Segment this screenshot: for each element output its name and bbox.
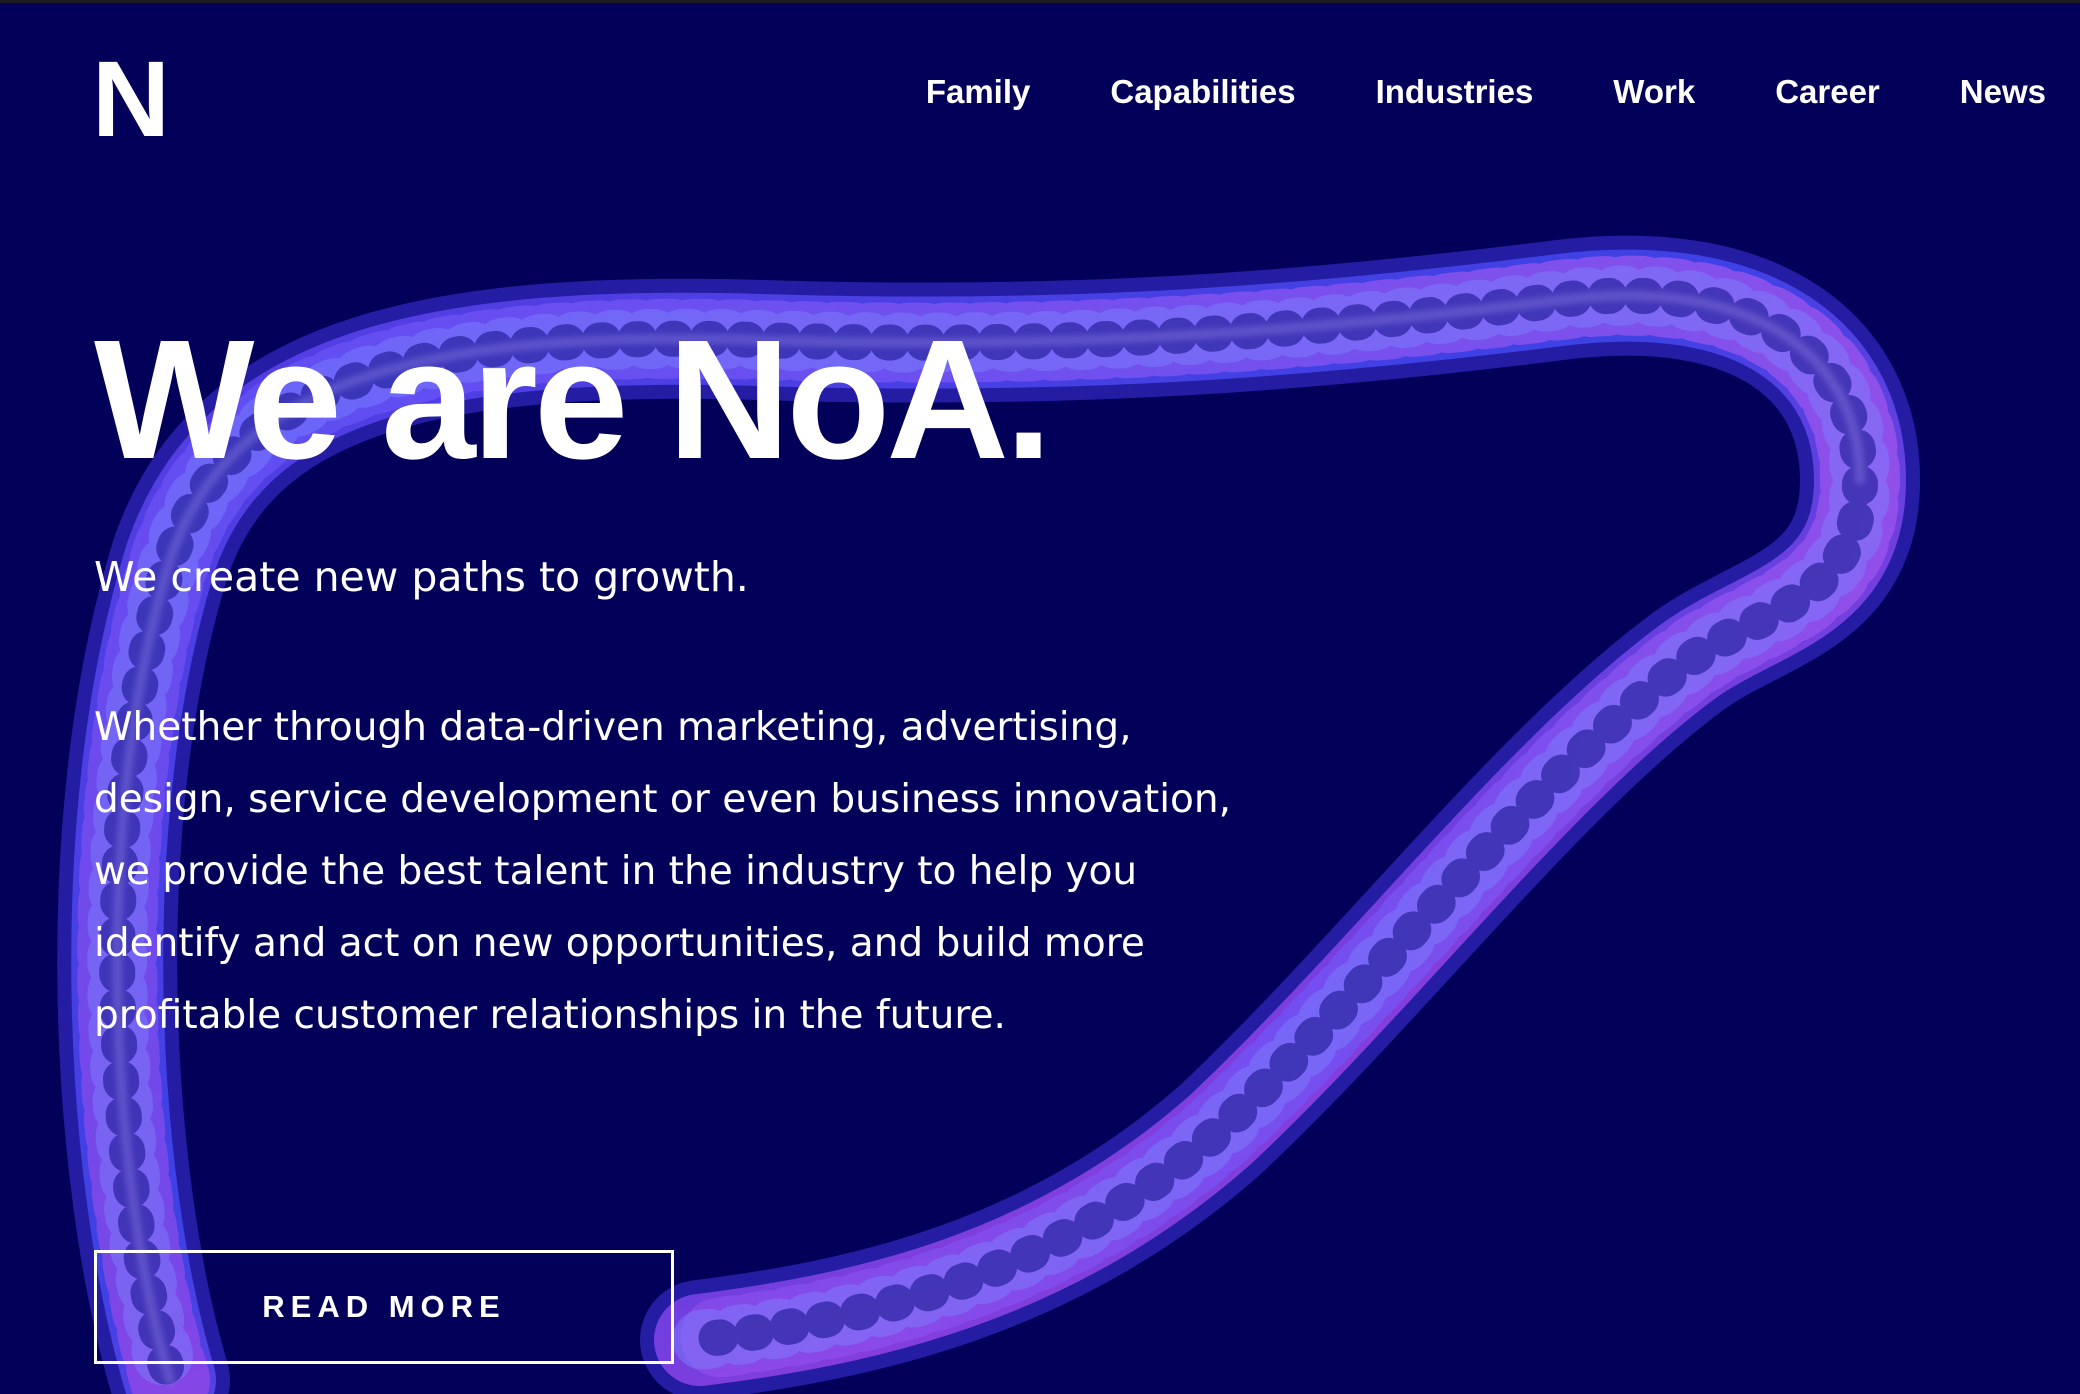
main-nav: Family Capabilities Industries Work Care… <box>926 72 2046 112</box>
nav-item-career[interactable]: Career <box>1775 72 1880 112</box>
nav-item-work[interactable]: Work <box>1613 72 1695 112</box>
hero-description: Whether through data-driven marketing, a… <box>94 705 1231 1038</box>
brand-logo[interactable]: N <box>92 44 170 154</box>
nav-item-capabilities[interactable]: Capabilities <box>1110 72 1295 112</box>
page: N Family Capabilities Industries Work Ca… <box>0 0 2080 1394</box>
read-more-button[interactable]: READ MORE <box>94 1250 674 1364</box>
nav-item-family[interactable]: Family <box>926 72 1031 112</box>
nav-item-news[interactable]: News <box>1960 72 2046 112</box>
site-header: N Family Capabilities Industries Work Ca… <box>0 0 2080 200</box>
hero-tagline: We create new paths to growth. <box>94 553 749 601</box>
nav-item-industries[interactable]: Industries <box>1376 72 1534 112</box>
hero-section: We are NoA. We create new paths to growt… <box>94 300 1254 1052</box>
hero-title: We are NoA. <box>94 305 1052 495</box>
